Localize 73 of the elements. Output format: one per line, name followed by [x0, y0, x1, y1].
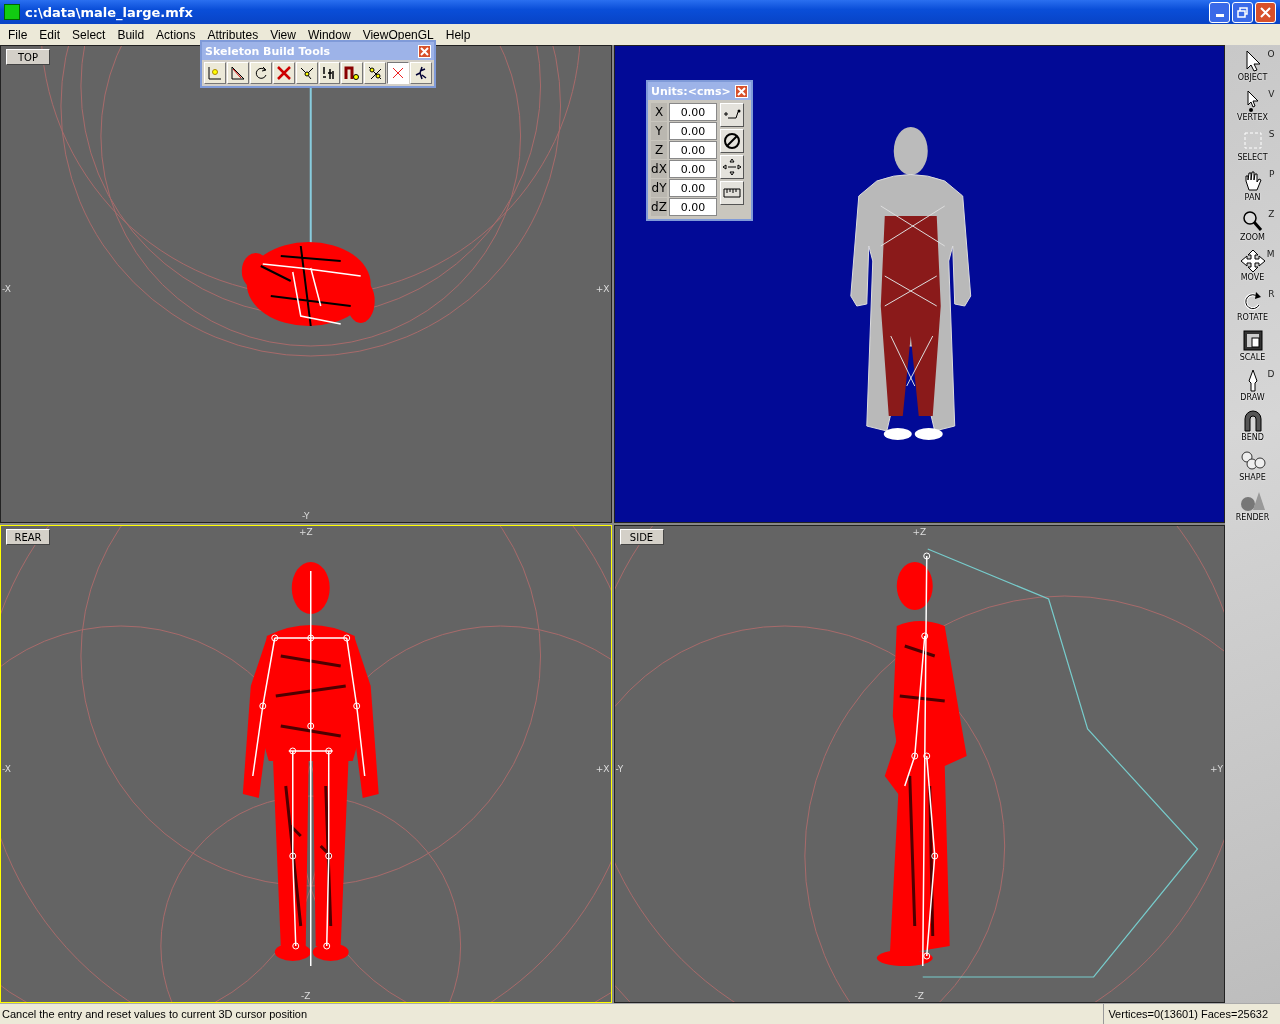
field-label: Z: [651, 141, 667, 159]
app-icon: [4, 4, 20, 20]
tool-button[interactable]: V VERTEX: [1227, 89, 1278, 129]
close-button[interactable]: [418, 44, 431, 58]
menu-item[interactable]: Attributes: [201, 27, 265, 42]
spheres-icon: [1238, 449, 1267, 473]
tool-button[interactable]: P PAN: [1227, 169, 1278, 209]
maximize-button[interactable]: [1232, 1, 1253, 23]
panel-title: Units:<cms>: [651, 84, 731, 98]
minimize-button[interactable]: [1209, 1, 1230, 23]
delete-icon: [275, 65, 292, 81]
minimize-icon: [1215, 14, 1224, 17]
axis-label: +Y: [1209, 764, 1223, 774]
axis-label: +X: [595, 284, 610, 294]
axis-label: -Y: [615, 764, 624, 774]
triangle-icon: [229, 65, 246, 81]
menu-item[interactable]: Edit: [33, 27, 67, 42]
axis-label: +Z: [298, 527, 313, 537]
input-field[interactable]: 0.00: [669, 198, 717, 216]
input-field[interactable]: 0.00: [669, 103, 717, 121]
tool-button[interactable]: R ROTATE: [1227, 289, 1278, 329]
input-field[interactable]: 0.00: [669, 141, 717, 159]
menu-item[interactable]: Help: [439, 27, 477, 42]
axis-label: +Z: [912, 527, 927, 537]
window-title: c:\data\male_large.mfx: [25, 4, 194, 20]
tool-button[interactable]: Z ZOOM: [1227, 209, 1278, 249]
input-field[interactable]: 0.00: [669, 160, 717, 178]
point-icon: [206, 65, 223, 81]
panel-title: Skeleton Build Tools: [205, 44, 331, 58]
field-label: dY: [651, 179, 667, 197]
menu-item[interactable]: ViewOpenGL: [356, 27, 440, 42]
menu-item[interactable]: File: [2, 27, 34, 42]
menu-item[interactable]: Select: [66, 27, 112, 42]
viewport-label-button[interactable]: SIDE: [619, 529, 664, 545]
axis-label: -Z: [301, 991, 311, 1001]
tool-button[interactable]: SHAPE: [1227, 449, 1278, 489]
tool-button[interactable]: S SELECT: [1227, 129, 1278, 169]
menu-item[interactable]: Actions: [150, 27, 202, 42]
field-label: X: [651, 103, 667, 121]
joint-icon: [298, 65, 315, 81]
tool-button[interactable]: RENDER: [1227, 489, 1278, 529]
field-label: dZ: [651, 198, 667, 216]
close-button[interactable]: [735, 84, 748, 98]
tool-button[interactable]: M MOVE: [1227, 249, 1278, 289]
tool-button[interactable]: O OBJECT: [1227, 49, 1278, 89]
menu-item[interactable]: View: [264, 27, 302, 42]
viewport[interactable]: SIDE +Z -Y +Y -Z: [613, 525, 1225, 1003]
axis-label: -Z: [914, 991, 924, 1001]
field-label: dX: [651, 160, 667, 178]
input-field[interactable]: 0.00: [669, 179, 717, 197]
axis-label: +X: [595, 764, 610, 774]
viewport-label-button[interactable]: TOP: [6, 49, 50, 65]
viewport[interactable]: [613, 45, 1225, 523]
close-icon: [1260, 6, 1271, 18]
axis-label: -Y: [301, 511, 310, 521]
status-message: Cancel the entry and reset values to current 3D cursor position: [1, 1008, 308, 1020]
tool-button[interactable]: D DRAW: [1227, 369, 1278, 409]
slash-circle-icon: [722, 132, 742, 150]
axis-label: -X: [2, 764, 11, 774]
input-field[interactable]: 0.00: [669, 122, 717, 140]
status-counts: Vertices=0(13601) Faces=25632: [1103, 1004, 1280, 1024]
tool-button[interactable]: SCALE: [1227, 329, 1278, 369]
close-button[interactable]: [1255, 1, 1276, 23]
maximize-icon: [1237, 6, 1248, 18]
four-way-arrow-icon: [1238, 249, 1267, 273]
menu-item[interactable]: Window: [301, 27, 357, 42]
viewport-label-button[interactable]: REAR: [6, 529, 50, 545]
field-label: Y: [651, 122, 667, 140]
menu-item[interactable]: Build: [111, 27, 151, 42]
axis-label: -X: [2, 284, 11, 294]
arrows-icon: [722, 158, 742, 176]
tool-button[interactable]: BEND: [1227, 409, 1278, 449]
viewport[interactable]: REAR +Z -X +X -Z: [0, 525, 612, 1003]
